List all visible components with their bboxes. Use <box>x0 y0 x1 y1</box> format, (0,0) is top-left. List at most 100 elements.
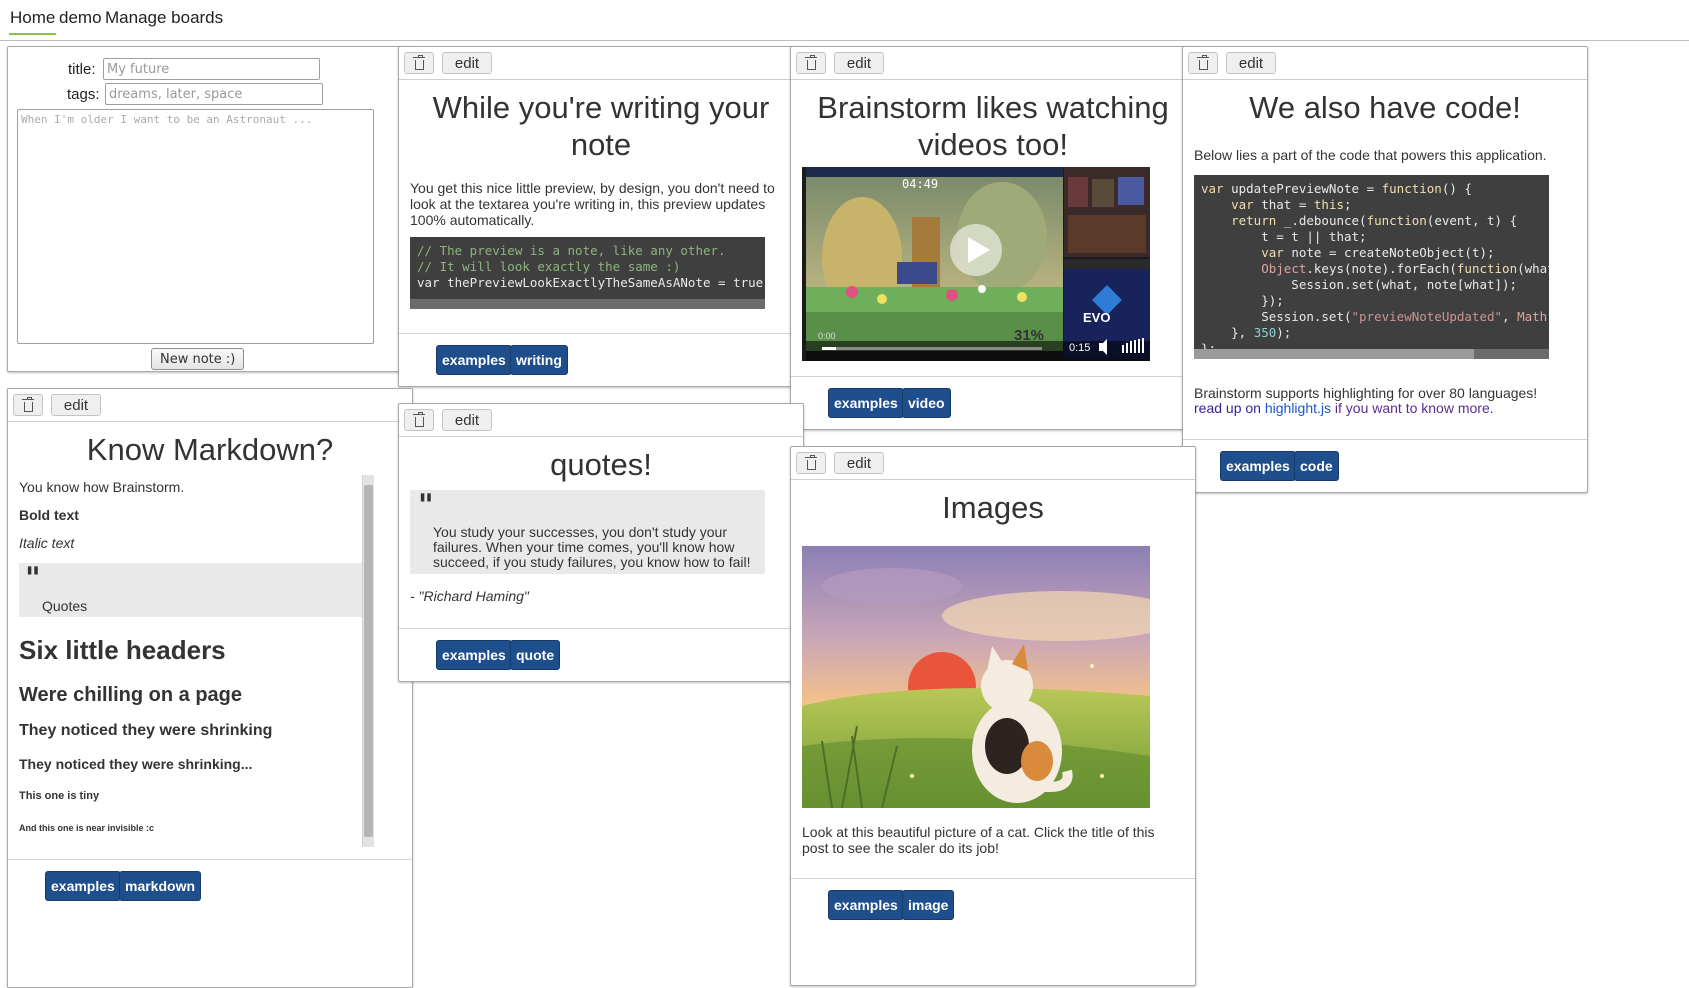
edit-button[interactable]: edit <box>442 409 492 431</box>
delete-button[interactable] <box>1188 52 1218 74</box>
delete-button[interactable] <box>796 452 826 474</box>
md-paragraph: You know how Brainstorm. <box>19 479 185 495</box>
quote-icon: " <box>418 488 434 523</box>
elapsed-time: 0:00 <box>818 331 836 341</box>
note-title[interactable]: Images <box>791 489 1195 526</box>
trash-icon <box>804 55 817 70</box>
tag-examples[interactable]: examples <box>45 871 121 901</box>
code-scrollbar[interactable] <box>1194 349 1549 359</box>
note-title[interactable]: Brainstorm likes watching videos too! <box>791 89 1195 163</box>
new-note-button[interactable]: New note :) <box>151 348 245 370</box>
tag-writing[interactable]: writing <box>510 345 568 375</box>
nav-manage-boards[interactable]: Manage boards <box>104 8 224 33</box>
highlightjs-line: read up on highlight.js if you want to k… <box>1183 400 1585 416</box>
md-italic: Italic text <box>19 535 75 551</box>
note-images: edit Images Look at this beautiful pictu… <box>790 446 1196 986</box>
divider <box>791 376 1195 377</box>
edit-button[interactable]: edit <box>834 52 884 74</box>
md-h5: This one is tiny <box>19 790 100 802</box>
code-comment: // The preview is a note, like any other… <box>417 243 726 258</box>
trash-icon <box>1196 55 1209 70</box>
tags-label: tags: <box>67 86 100 103</box>
note-toolbar: edit <box>791 447 1195 480</box>
note-writing: edit While you're writing your note You … <box>398 46 804 387</box>
code-block: var updatePreviewNote = function() { var… <box>1194 175 1549 359</box>
note-text: You get this nice little preview, by des… <box>410 180 775 228</box>
tag-video[interactable]: video <box>902 388 951 418</box>
code-comment: // It will look exactly the same :) <box>417 259 681 274</box>
tag-markdown[interactable]: markdown <box>119 871 202 901</box>
note-scrollbar-thumb[interactable] <box>364 485 373 837</box>
divider <box>8 859 412 860</box>
edit-button[interactable]: edit <box>1226 52 1276 74</box>
note-video: edit Brainstorm likes watching videos to… <box>790 46 1196 430</box>
tag-examples[interactable]: examples <box>828 388 904 418</box>
delete-button[interactable] <box>404 52 434 74</box>
link-suffix: if you want to know more. <box>1334 400 1494 416</box>
quote-text: You study your successes, you don't stud… <box>433 524 751 570</box>
tag-examples[interactable]: examples <box>436 640 512 670</box>
damage-percent: 31% <box>1014 327 1045 344</box>
edit-button[interactable]: edit <box>51 394 101 416</box>
delete-button[interactable] <box>796 52 826 74</box>
md-h1: Six little headers <box>19 635 226 665</box>
nav-home[interactable]: Home <box>9 8 57 35</box>
trash-icon <box>21 397 34 412</box>
md-quote-text: Quotes <box>42 598 88 614</box>
tag-examples[interactable]: examples <box>828 890 904 920</box>
delete-button[interactable] <box>13 394 43 416</box>
md-blockquote: " Quotes <box>19 561 363 617</box>
tag-image[interactable]: image <box>902 890 955 920</box>
image-caption: Look at this beautiful picture of a cat.… <box>802 824 1155 856</box>
tag-examples[interactable]: examples <box>436 345 512 375</box>
note-title[interactable]: Know Markdown? <box>8 431 412 468</box>
note-toolbar: edit <box>8 389 412 422</box>
quote-attribution: - "Richard Haming" <box>410 588 529 604</box>
divider <box>399 333 803 334</box>
top-nav: Home demo Manage boards <box>0 0 1689 41</box>
note-quotes: edit quotes! " You study your successes,… <box>398 403 804 682</box>
divider <box>1183 439 1587 440</box>
md-h4: They noticed they were shrinking... <box>19 756 253 772</box>
title-label: title: <box>68 61 96 78</box>
edit-button[interactable]: edit <box>442 52 492 74</box>
code-block: // The preview is a note, like any other… <box>410 237 765 309</box>
md-bold: Bold text <box>19 507 79 523</box>
note-title[interactable]: quotes! <box>399 446 803 483</box>
link-prefix: read up on <box>1194 400 1261 416</box>
tags-input[interactable] <box>105 83 323 105</box>
new-note-form: title: tags: New note :) <box>7 46 413 372</box>
hud-timer: 04:49 <box>902 177 939 191</box>
tag-code[interactable]: code <box>1294 451 1339 481</box>
edit-button[interactable]: edit <box>834 452 884 474</box>
code-scrollbar-thumb[interactable] <box>1194 349 1474 359</box>
note-toolbar: edit <box>1183 47 1587 80</box>
delete-button[interactable] <box>404 409 434 431</box>
tag-quote[interactable]: quote <box>510 640 561 670</box>
note-toolbar: edit <box>399 47 803 80</box>
note-toolbar: edit <box>791 47 1195 80</box>
cat-image <box>802 546 1150 808</box>
video-frame <box>802 167 1150 361</box>
nav-demo[interactable]: demo <box>58 8 103 33</box>
video-current-time: 0:15 <box>1069 342 1091 354</box>
note-toolbar: edit <box>399 404 803 437</box>
note-body-textarea[interactable] <box>17 109 374 344</box>
trash-icon <box>412 412 425 427</box>
blockquote: " You study your successes, you don't st… <box>410 488 765 574</box>
title-input[interactable] <box>103 58 320 80</box>
evo-logo: EVO <box>1083 310 1111 325</box>
divider <box>399 628 803 629</box>
video-player[interactable]: 04:49 0:00 31% EVO 0:15 <box>802 167 1150 361</box>
md-h6: And this one is near invisible :c <box>19 823 155 833</box>
note-title[interactable]: We also have code! <box>1183 89 1587 126</box>
code-scrollbar[interactable] <box>410 299 765 309</box>
note-title[interactable]: While you're writing your note <box>399 89 803 163</box>
note-scrollbar[interactable] <box>362 475 374 847</box>
tag-examples[interactable]: examples <box>1220 451 1296 481</box>
note-intro: Below lies a part of the code that power… <box>1194 147 1547 163</box>
divider <box>791 878 1195 879</box>
cat-illustration <box>802 546 1150 808</box>
highlightjs-link[interactable]: highlight.js <box>1265 400 1331 416</box>
quote-icon: " <box>25 561 41 596</box>
